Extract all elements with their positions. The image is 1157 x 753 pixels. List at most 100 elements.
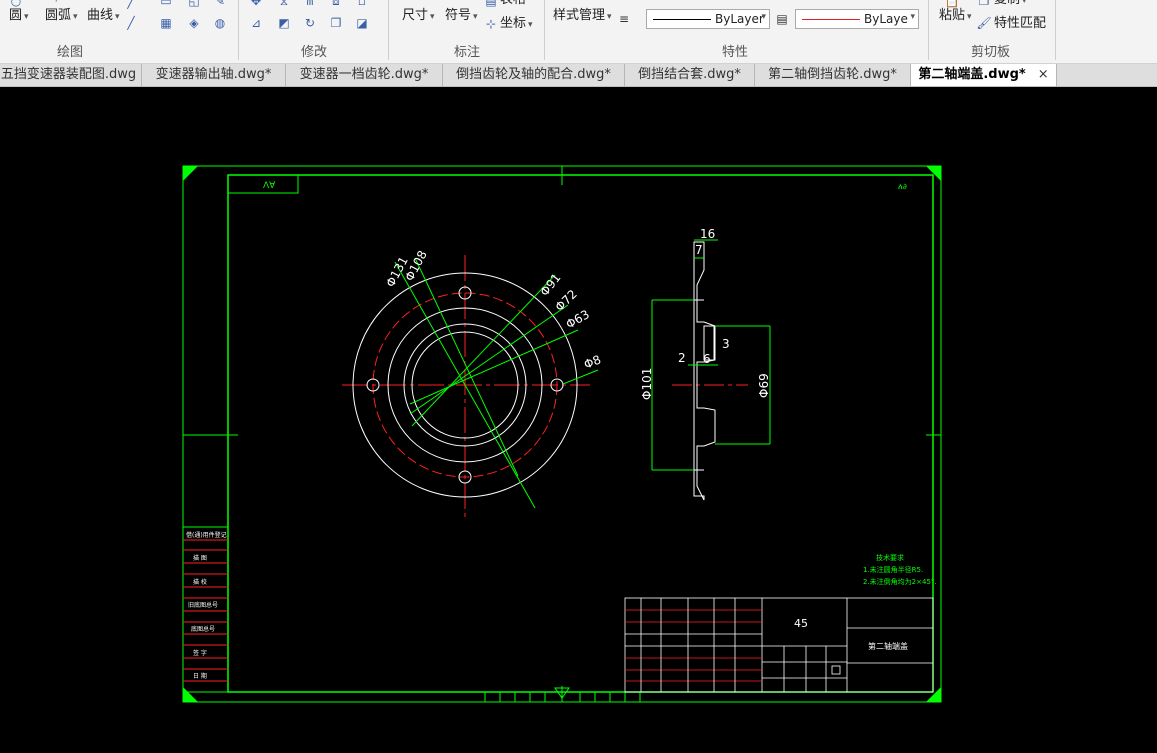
coordinate-button[interactable]: 坐标	[500, 17, 533, 32]
copy-icon[interactable]: ❐	[976, 0, 992, 8]
copy-button[interactable]: 复制	[994, 0, 1027, 8]
dim-d8: Φ8	[582, 352, 603, 371]
stretch-icon[interactable]: ⊿	[248, 16, 264, 30]
tab-label: 变速器输出轴.dwg*	[155, 67, 272, 82]
document-tab-bar: 五挡变速器装配图.dwg 变速器输出轴.dwg* 变速器一档齿轮.dwg* 倒挡…	[0, 64, 1157, 87]
side-table-frame	[182, 526, 229, 693]
symbol-button[interactable]: 符号	[445, 9, 478, 24]
corner-mark	[183, 687, 198, 702]
scale-icon[interactable]: ◩	[276, 16, 292, 30]
chevron-down-icon: ▾	[910, 12, 915, 22]
cad-drawing: Λ∀ ለ∂ Φ131 Φ108 Φ91 Φ72 Φ63 Φ8 16 7 2 6 …	[182, 165, 942, 703]
coordinate-icon[interactable]: ⊹	[483, 17, 499, 31]
lineweight-icon[interactable]: ≡	[616, 12, 632, 26]
array-icon[interactable]: ▫	[354, 0, 370, 8]
dim-inner-dia: Φ69	[757, 373, 771, 398]
table-button[interactable]: 表格	[500, 0, 526, 7]
rotate-icon[interactable]: ↻	[302, 16, 318, 30]
tab-second-shaft-end-cover[interactable]: 第二轴端盖.dwg* ×	[911, 64, 1057, 86]
dim-outer-dia: Φ101	[640, 368, 654, 400]
tab-label: 变速器一档齿轮.dwg*	[299, 67, 429, 82]
dim-gap1: 2	[678, 351, 686, 365]
notes-line-2: 2.未注倒角均为2×45°.	[863, 577, 937, 586]
linetype-dropdown[interactable]: ByLayer ▾	[646, 9, 770, 29]
side-view-dims	[651, 239, 771, 471]
ribbon-toolbar: ○ 圆 ◜ 圆弧 曲线 ╱ ╱ ▭ ▦ ◱ ◈ ✎ ◍ 绘图 ✥ ⊿ ⧖ ◩ ⋔…	[0, 0, 1157, 64]
match-properties-button[interactable]: 特性匹配	[994, 17, 1046, 31]
rectangle-icon[interactable]: ▭	[158, 0, 174, 8]
front-view	[342, 255, 599, 518]
tab-output-shaft[interactable]: 变速器输出轴.dwg*	[142, 64, 286, 86]
inner-border	[227, 174, 934, 693]
dim-d63: Φ63	[564, 307, 592, 331]
tab-first-gear[interactable]: 变速器一档齿轮.dwg*	[286, 64, 443, 86]
scale-box	[831, 665, 841, 675]
tab-assembly-drawing[interactable]: 五挡变速器装配图.dwg	[0, 64, 142, 86]
copy-object-icon[interactable]: ❐	[328, 16, 344, 30]
separator	[388, 0, 389, 60]
paste-button[interactable]: 粘贴	[939, 9, 972, 24]
region-icon[interactable]: ◈	[186, 16, 202, 30]
left-side-table	[182, 526, 229, 693]
color-sample	[802, 19, 860, 20]
tab-label: 五挡变速器装配图.dwg	[0, 67, 137, 82]
side-view-dim-text: 16 7 2 6 3 Φ101 Φ69	[640, 227, 771, 400]
table-icon[interactable]: ▤	[483, 0, 499, 8]
linetype-scale-icon[interactable]: ▤	[774, 12, 790, 26]
linetype-value: ByLayer	[715, 12, 764, 26]
color-dropdown[interactable]: ByLaye ▾	[795, 9, 919, 29]
circle-button[interactable]: 圆	[9, 9, 29, 24]
drawing-canvas[interactable]: Λ∀ ለ∂ Φ131 Φ108 Φ91 Φ72 Φ63 Φ8 16 7 2 6 …	[0, 86, 1157, 753]
arc-button[interactable]: 圆弧	[45, 9, 78, 24]
explode-icon[interactable]: ◪	[354, 16, 370, 30]
corner-mark	[183, 166, 198, 181]
annotation-group-label: 标注	[454, 45, 481, 60]
trim-icon[interactable]: ⋔	[302, 0, 318, 8]
polyline-button[interactable]: 曲线	[87, 9, 120, 24]
corner-triangles	[183, 166, 941, 702]
color-value: ByLaye	[864, 12, 908, 26]
arc-icon[interactable]: ◜	[50, 0, 66, 8]
close-icon[interactable]: ×	[1038, 67, 1049, 82]
chevron-down-icon: ▾	[761, 12, 766, 22]
boundary-icon[interactable]: ◱	[186, 0, 202, 8]
separator	[1055, 0, 1056, 60]
tab-label: 第二轴端盖.dwg*	[918, 67, 1026, 82]
side-cell: 描 图	[193, 554, 207, 562]
tab-reverse-sleeve[interactable]: 倒挡结合套.dwg*	[625, 64, 755, 86]
dim-d91: Φ91	[537, 271, 563, 299]
leader-line	[414, 257, 519, 477]
construction-line-icon[interactable]: ╱	[123, 16, 139, 30]
match-properties-icon[interactable]: 🖌	[976, 16, 992, 30]
circle-icon[interactable]: ○	[8, 0, 24, 8]
dim-groove: 3	[722, 337, 730, 351]
revcloud-icon[interactable]: ◍	[212, 16, 228, 30]
separator	[928, 0, 929, 60]
outer-border	[182, 165, 942, 703]
dim-width: 16	[700, 227, 715, 241]
spline-icon[interactable]: ✎	[212, 0, 228, 8]
dim-gap2: 6	[703, 352, 711, 366]
notes-line-1: 1.未注圆角半径R5.	[863, 565, 923, 574]
paste-icon[interactable]: 📋	[944, 0, 960, 8]
side-cell: 描 校	[193, 578, 207, 586]
hatch-icon[interactable]: ▦	[158, 16, 174, 30]
material-text: 45	[794, 617, 808, 630]
move-icon[interactable]: ✥	[248, 0, 264, 8]
mirror-icon[interactable]: ⧖	[276, 0, 292, 8]
part-name-text: 第二轴端盖	[868, 641, 908, 651]
separator	[238, 0, 239, 60]
properties-group-label: 特性	[722, 45, 749, 60]
style-manager-button[interactable]: 样式管理	[553, 9, 612, 24]
dimension-button[interactable]: 尺寸	[402, 9, 435, 24]
separator	[544, 0, 545, 60]
leader-line	[409, 304, 569, 415]
section-outline	[693, 241, 716, 501]
line-icon[interactable]: ╱	[123, 0, 139, 9]
leader-line	[562, 369, 599, 385]
tab-second-shaft-reverse-gear[interactable]: 第二轴倒挡齿轮.dwg*	[755, 64, 911, 86]
offset-icon[interactable]: ⧈	[328, 0, 344, 8]
code-text: Λ∀	[263, 181, 276, 191]
tab-reverse-gear-fit[interactable]: 倒挡齿轮及轴的配合.dwg*	[443, 64, 625, 86]
sheet-frame	[182, 165, 942, 703]
